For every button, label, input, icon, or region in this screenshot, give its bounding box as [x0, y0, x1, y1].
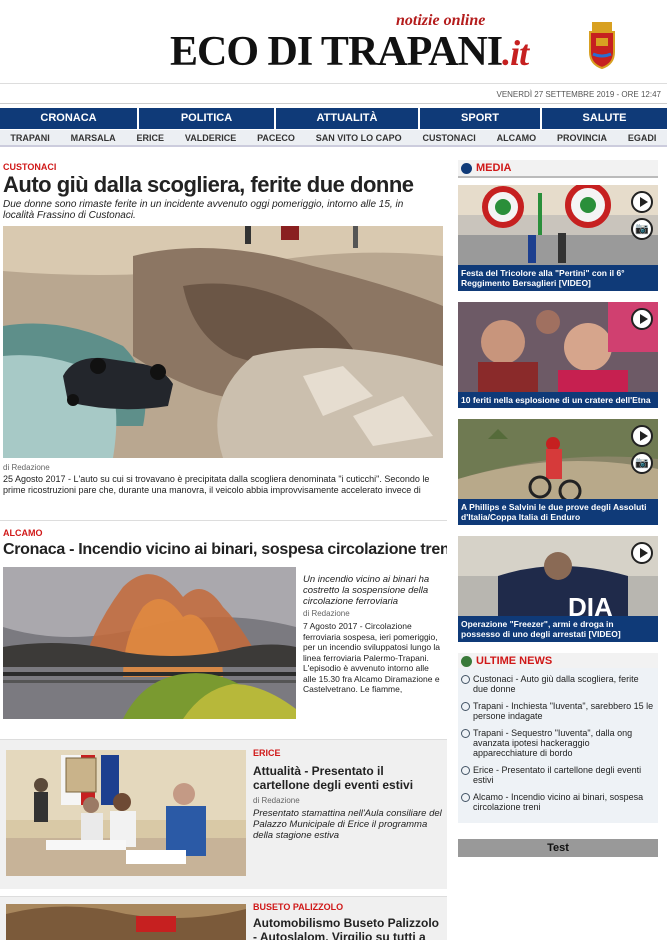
- article-image[interactable]: [6, 904, 246, 940]
- logo-main-text: ECO DI TRAPANI: [170, 29, 503, 75]
- arrow-circle-icon: [461, 766, 470, 775]
- news-item[interactable]: Trapani - Sequestro "Iuventa", dalla ong…: [461, 728, 656, 758]
- date-bar: VENERDÌ 27 SETTEMBRE 2019 - ORE 12:47: [0, 86, 667, 104]
- city-crest-icon: [589, 22, 615, 70]
- news-link[interactable]: Alcamo - Incendio vicino ai binari, sosp…: [473, 792, 656, 812]
- article-title[interactable]: Attualità - Presentato il cartellone deg…: [253, 764, 443, 792]
- article-byline: di Redazione: [3, 463, 50, 472]
- article-title[interactable]: Cronaca - Incendio vicino ai binari, sos…: [3, 541, 447, 559]
- subnav-marsala[interactable]: MARSALA: [71, 130, 116, 145]
- subnav-custonaci[interactable]: CUSTONACI: [422, 130, 475, 145]
- subnav-erice[interactable]: ERICE: [136, 130, 164, 145]
- camera-icon[interactable]: 📷: [631, 218, 653, 240]
- subnav-alcamo[interactable]: ALCAMO: [497, 130, 537, 145]
- main-column: CUSTONACI Auto giù dalla scogliera, feri…: [0, 156, 447, 940]
- subnav-valderice[interactable]: VALDERICE: [185, 130, 236, 145]
- site-logo[interactable]: ECO DI TRAPANI.it: [170, 28, 529, 76]
- media-caption: 10 feriti nella esplosione di un cratere…: [458, 392, 658, 408]
- article-image[interactable]: [3, 226, 443, 458]
- arrow-circle-icon: [461, 793, 470, 802]
- article-title[interactable]: Automobilismo Buseto Palizzolo - Autosla…: [253, 916, 443, 940]
- news-item[interactable]: Custonaci - Auto giù dalla scogliera, fe…: [461, 674, 656, 694]
- nav-politica[interactable]: POLITICA: [139, 108, 274, 129]
- media-item[interactable]: 📷 A Phillips e Salvini le due prove degl…: [458, 419, 658, 525]
- news-item[interactable]: Alcamo - Incendio vicino ai binari, sosp…: [461, 792, 656, 812]
- article-category[interactable]: BUSETO PALIZZOLO: [253, 902, 343, 912]
- article-byline: di Redazione: [303, 609, 350, 618]
- article-byline: di Redazione: [253, 796, 300, 805]
- article-text: 25 Agosto 2017 - L'auto su cui si trovav…: [3, 474, 430, 495]
- article-title[interactable]: Auto giù dalla scogliera, ferite due don…: [3, 172, 414, 198]
- article-subtitle: Due donne sono rimaste ferite in un inci…: [3, 199, 404, 221]
- article-image[interactable]: [6, 750, 246, 876]
- article-subtitle: Un incendio vicino ai binari ha costrett…: [303, 574, 430, 607]
- test-button[interactable]: Test: [458, 839, 658, 857]
- clock-icon: [461, 655, 472, 667]
- nav-salute[interactable]: SALUTE: [542, 108, 667, 129]
- news-link[interactable]: Custonaci - Auto giù dalla scogliera, fe…: [473, 674, 656, 694]
- divider: [0, 520, 447, 521]
- article-text: 7 Agosto 2017 - Circolazione ferroviaria…: [303, 621, 441, 694]
- arrow-circle-icon: [461, 729, 470, 738]
- article-image[interactable]: [3, 567, 296, 719]
- media-item[interactable]: 10 feriti nella esplosione di un cratere…: [458, 302, 658, 408]
- media-item[interactable]: 📷 Festa del Tricolore alla "Pertini" con…: [458, 185, 658, 291]
- media-caption: Operazione "Freezer", armi e droga in po…: [458, 616, 658, 642]
- subnav-trapani[interactable]: TRAPANI: [10, 130, 49, 145]
- news-link[interactable]: Trapani - Inchiesta "Iuventa", sarebbero…: [473, 701, 656, 721]
- article-subtitle: Presentato stamattina nell'Aula consilia…: [253, 808, 442, 841]
- arrow-circle-icon: [461, 675, 470, 684]
- media-title: MEDIA: [476, 162, 512, 174]
- latest-news-list: Custonaci - Auto giù dalla scogliera, fe…: [458, 668, 658, 823]
- nav-cronaca[interactable]: CRONACA: [0, 108, 137, 129]
- play-icon[interactable]: [631, 425, 653, 447]
- play-icon[interactable]: [631, 542, 653, 564]
- subnav-paceco[interactable]: PACECO: [257, 130, 295, 145]
- news-item[interactable]: Trapani - Inchiesta "Iuventa", sarebbero…: [461, 701, 656, 721]
- main-nav: CRONACA POLITICA ATTUALITÀ SPORT SALUTE: [0, 108, 667, 129]
- media-header: MEDIA: [458, 160, 658, 178]
- news-item[interactable]: Erice - Presentato il cartellone degli e…: [461, 765, 656, 785]
- logo-suffix: .it: [502, 33, 529, 73]
- article-category[interactable]: ALCAMO: [3, 528, 43, 538]
- article-category[interactable]: CUSTONACI: [3, 162, 56, 172]
- media-caption: Festa del Tricolore alla "Pertini" con i…: [458, 265, 658, 291]
- news-title: ULTIME NEWS: [476, 655, 553, 667]
- subnav-provincia[interactable]: PROVINCIA: [557, 130, 607, 145]
- media-caption: A Phillips e Salvini le due prove degli …: [458, 499, 658, 525]
- media-icon: [461, 162, 472, 174]
- arrow-circle-icon: [461, 702, 470, 711]
- camera-icon[interactable]: 📷: [631, 452, 653, 474]
- subnav-san-vito[interactable]: SAN VITO LO CAPO: [316, 130, 402, 145]
- play-icon[interactable]: [631, 308, 653, 330]
- nav-sport[interactable]: SPORT: [420, 108, 540, 129]
- subnav-egadi[interactable]: EGADI: [628, 130, 657, 145]
- media-item[interactable]: DIA Operazione "Freezer", armi e droga i…: [458, 536, 658, 642]
- nav-attualita[interactable]: ATTUALITÀ: [276, 108, 418, 129]
- article-category[interactable]: ERICE: [253, 748, 281, 758]
- sub-nav: TRAPANI MARSALA ERICE VALDERICE PACECO S…: [0, 130, 667, 147]
- play-icon[interactable]: [631, 191, 653, 213]
- news-link[interactable]: Trapani - Sequestro "Iuventa", dalla ong…: [473, 728, 656, 758]
- site-header: notizie online ECO DI TRAPANI.it: [0, 0, 667, 84]
- news-link[interactable]: Erice - Presentato il cartellone degli e…: [473, 765, 656, 785]
